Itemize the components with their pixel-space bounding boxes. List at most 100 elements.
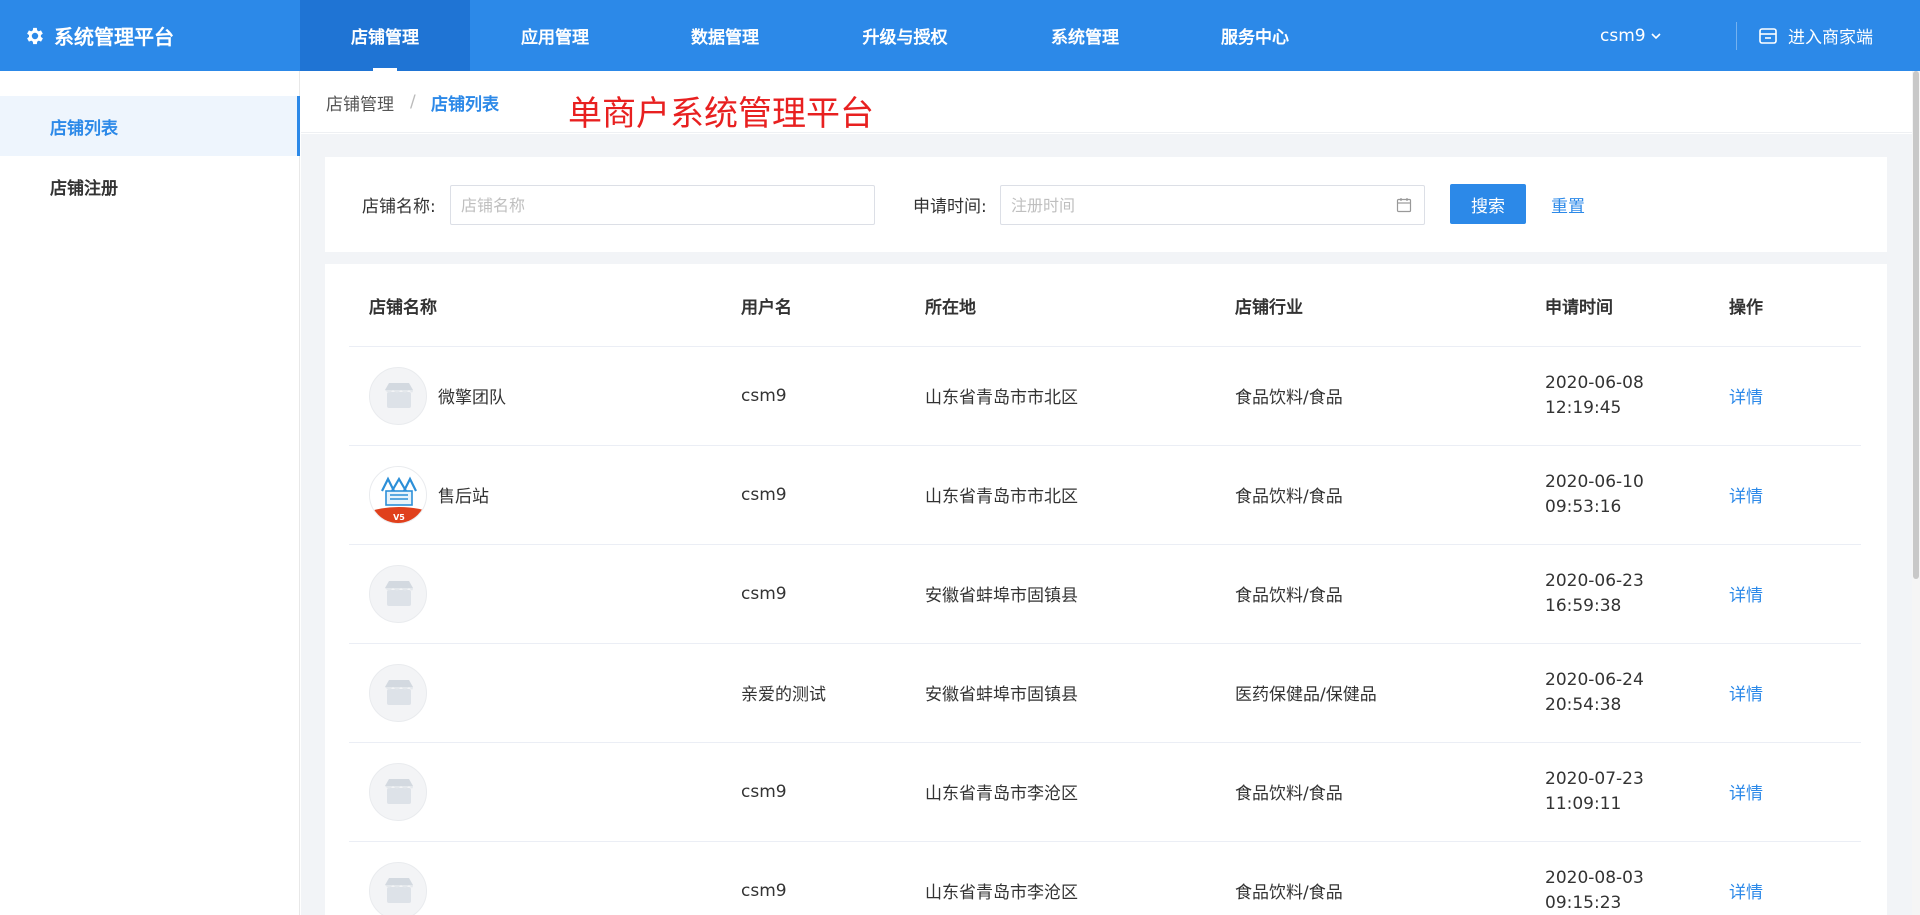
apply-time-cell: 2020-07-23 11:09:11 [1545, 762, 1644, 822]
location-cell: 安徽省蚌埠市固镇县 [925, 586, 1078, 606]
breadcrumb-current: 店铺列表 [431, 94, 499, 115]
gear-icon [27, 27, 43, 44]
enter-merchant-label: 进入商家端 [1788, 28, 1873, 48]
industry-cell: 食品饮料/食品 [1235, 388, 1343, 408]
location-cell: 山东省青岛市李沧区 [925, 784, 1078, 804]
nav-tab-data-management[interactable]: 数据管理 [640, 0, 810, 71]
brand-title: 系统管理平台 [54, 25, 174, 49]
apply-time-cell: 2020-06-23 16:59:38 [1545, 564, 1644, 624]
industry-cell: 食品饮料/食品 [1235, 784, 1343, 804]
apply-time-label: 申请时间: [913, 197, 987, 217]
column-header-industry: 店铺行业 [1235, 297, 1303, 318]
username-cell: csm9 [741, 880, 787, 901]
calendar-icon[interactable] [1396, 197, 1412, 213]
nav-tab-service-center[interactable]: 服务中心 [1170, 0, 1340, 71]
apply-time-cell: 2020-06-24 20:54:38 [1545, 663, 1644, 723]
username-cell: csm9 [741, 484, 787, 505]
store-avatar [369, 366, 427, 425]
scrollbar-thumb[interactable] [1913, 71, 1919, 579]
nav-tab-upgrade-license[interactable]: 升级与授权 [810, 0, 1000, 71]
detail-link[interactable]: 详情 [1729, 376, 1763, 416]
sidebar-item-store-list[interactable]: 店铺列表 [0, 96, 300, 156]
svg-text:V5: V5 [393, 513, 405, 522]
location-cell: 山东省青岛市市北区 [925, 388, 1078, 408]
store-table [325, 264, 1887, 915]
apply-clock-time: 16:59:38 [1545, 595, 1622, 616]
apply-time-cell: 2020-06-10 09:53:16 [1545, 465, 1644, 525]
user-menu[interactable]: csm9 [1600, 0, 1662, 71]
industry-cell: 医药保健品/保健品 [1235, 685, 1377, 705]
chevron-down-icon [1651, 32, 1661, 39]
row-divider [349, 643, 1861, 644]
breadcrumb [301, 71, 1915, 133]
nav-tab-app-management[interactable]: 应用管理 [470, 0, 640, 71]
apply-date: 2020-08-03 [1545, 867, 1644, 888]
apply-time-cell: 2020-06-08 12:19:45 [1545, 366, 1644, 426]
row-divider [349, 346, 1861, 347]
breadcrumb-parent[interactable]: 店铺管理 [326, 71, 394, 133]
apply-date: 2020-07-23 [1545, 768, 1644, 789]
location-cell: 山东省青岛市李沧区 [925, 883, 1078, 903]
store-avatar: V5 [369, 465, 427, 524]
apply-clock-time: 12:19:45 [1545, 397, 1622, 418]
row-divider [349, 544, 1861, 545]
location-cell: 山东省青岛市市北区 [925, 487, 1078, 507]
detail-link[interactable]: 详情 [1729, 475, 1763, 515]
apply-clock-time: 09:53:16 [1545, 496, 1622, 517]
detail-link[interactable]: 详情 [1729, 871, 1763, 911]
column-header-store-name: 店铺名称 [369, 297, 437, 318]
store-avatar [369, 762, 427, 821]
detail-link[interactable]: 详情 [1729, 673, 1763, 713]
store-avatar [369, 861, 427, 915]
nav-tab-system-management[interactable]: 系统管理 [1000, 0, 1170, 71]
store-name-cell: 微擎团队 [438, 388, 506, 408]
industry-cell: 食品饮料/食品 [1235, 586, 1343, 606]
sidebar: 店铺列表 店铺注册 [0, 71, 300, 915]
store-icon [1759, 27, 1777, 44]
username-cell: 亲爱的测试 [741, 685, 826, 705]
main-nav: 店铺管理 应用管理 数据管理 升级与授权 系统管理 服务中心 [300, 0, 1340, 71]
brand[interactable]: 系统管理平台 [24, 0, 174, 71]
store-name-input[interactable] [450, 185, 875, 225]
store-placeholder-icon [385, 580, 413, 606]
register-time-input[interactable] [1000, 185, 1425, 225]
top-navigation-bar: 系统管理平台 店铺管理 应用管理 数据管理 升级与授权 系统管理 服务中心 cs… [0, 0, 1920, 71]
industry-cell: 食品饮料/食品 [1235, 883, 1343, 903]
username: csm9 [1600, 25, 1646, 46]
header-divider [1736, 22, 1737, 50]
row-divider [349, 742, 1861, 743]
nav-tab-store-management[interactable]: 店铺管理 [300, 0, 470, 71]
enter-merchant-link[interactable]: 进入商家端 [1758, 0, 1873, 71]
page-annotation: 单商户系统管理平台 [568, 94, 874, 134]
column-header-action: 操作 [1729, 297, 1763, 318]
username-cell: csm9 [741, 385, 787, 406]
sidebar-item-store-register[interactable]: 店铺注册 [0, 156, 300, 216]
store-name-label: 店铺名称: [362, 197, 436, 217]
breadcrumb-separator: / [410, 92, 416, 112]
apply-date: 2020-06-24 [1545, 669, 1644, 690]
column-header-apply-time: 申请时间 [1545, 297, 1613, 318]
apply-date: 2020-06-10 [1545, 471, 1644, 492]
store-avatar [369, 564, 427, 623]
apply-date: 2020-06-23 [1545, 570, 1644, 591]
row-divider [349, 841, 1861, 842]
location-cell: 安徽省蚌埠市固镇县 [925, 685, 1078, 705]
detail-link[interactable]: 详情 [1729, 574, 1763, 614]
store-name-cell: 售后站 [438, 487, 489, 507]
store-placeholder-icon [385, 877, 413, 903]
apply-clock-time: 11:09:11 [1545, 793, 1622, 814]
reset-button[interactable]: 重置 [1551, 184, 1585, 224]
apply-clock-time: 20:54:38 [1545, 694, 1622, 715]
row-divider [349, 445, 1861, 446]
store-placeholder-icon [385, 679, 413, 705]
username-cell: csm9 [741, 781, 787, 802]
store-placeholder-icon [385, 382, 413, 408]
store-placeholder-icon [385, 778, 413, 804]
industry-cell: 食品饮料/食品 [1235, 487, 1343, 507]
store-avatar [369, 663, 427, 722]
search-button[interactable]: 搜索 [1450, 184, 1526, 224]
apply-date: 2020-06-08 [1545, 372, 1644, 393]
detail-link[interactable]: 详情 [1729, 772, 1763, 812]
column-header-location: 所在地 [925, 297, 976, 318]
username-cell: csm9 [741, 583, 787, 604]
